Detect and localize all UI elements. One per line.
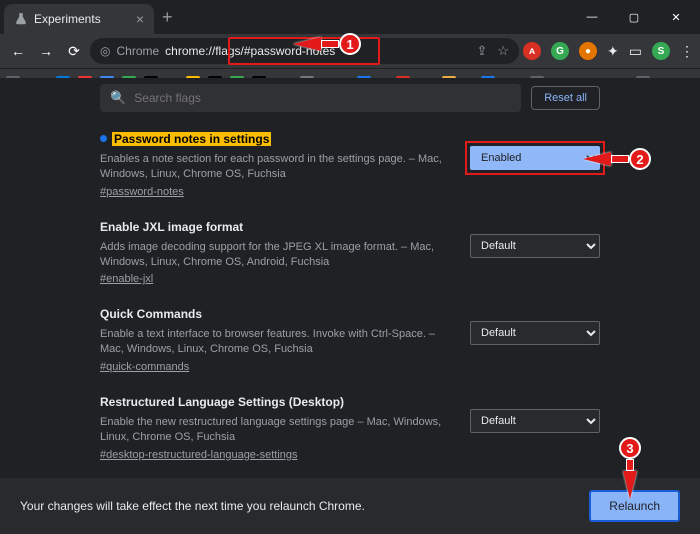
flag-description: Enable a text interface to browser featu… <box>100 327 450 357</box>
extensions-icon[interactable]: ✦ <box>607 43 619 60</box>
flag-select[interactable]: Default <box>470 409 600 433</box>
search-icon: 🔍 <box>110 90 126 106</box>
new-tab-button[interactable]: + <box>162 7 173 28</box>
back-button[interactable]: ← <box>6 39 30 63</box>
tab-title: Experiments <box>34 12 130 26</box>
browser-tab[interactable]: Experiments × <box>4 4 154 34</box>
flag-row: Restructured Language Settings (Desktop)… <box>100 393 600 463</box>
close-icon[interactable]: × <box>136 11 144 27</box>
annotation-1: 1 <box>293 33 361 55</box>
modified-indicator-icon <box>100 135 107 142</box>
ext-icon-1[interactable]: ᴀ <box>523 42 541 60</box>
flag-select[interactable]: Default <box>470 321 600 345</box>
flag-row: Quick Commands Enable a text interface t… <box>100 305 600 375</box>
flag-row: Password notes in settings Enables a not… <box>100 130 600 200</box>
forward-button[interactable]: → <box>34 39 58 63</box>
reload-button[interactable]: ⟳ <box>62 39 86 63</box>
flag-description: Adds image decoding support for the JPEG… <box>100 240 450 270</box>
search-input[interactable] <box>134 91 511 105</box>
bookmark-icon[interactable]: ☆ <box>497 43 509 59</box>
ext-icon-2[interactable]: G <box>551 42 569 60</box>
flag-select[interactable]: Default <box>470 234 600 258</box>
annotation-3: 3 <box>619 437 641 499</box>
settings-menu-icon[interactable]: ▭ <box>629 43 642 60</box>
flag-description: Enable the new restructured language set… <box>100 415 450 445</box>
annotation-2: 2 <box>583 148 651 170</box>
search-box[interactable]: 🔍 <box>100 84 521 112</box>
minimize-button[interactable]: — <box>572 3 612 31</box>
flask-icon <box>14 12 28 26</box>
relaunch-footer: Your changes will take effect the next t… <box>0 478 700 534</box>
flag-description: Enables a note section for each password… <box>100 152 450 182</box>
footer-text: Your changes will take effect the next t… <box>20 499 365 513</box>
kebab-menu-icon[interactable]: ⋮ <box>680 43 694 60</box>
flag-anchor-link[interactable]: #enable-jxl <box>100 273 153 285</box>
reset-all-button[interactable]: Reset all <box>531 86 600 110</box>
share-icon[interactable]: ⇪ <box>476 43 487 59</box>
close-window-button[interactable]: ✕ <box>656 3 696 31</box>
flag-anchor-link[interactable]: #password-notes <box>100 186 184 198</box>
flag-title: Enable JXL image format <box>100 220 243 234</box>
flag-anchor-link[interactable]: #desktop-restructured-language-settings <box>100 449 298 461</box>
flag-row: Enable JXL image format Adds image decod… <box>100 218 600 288</box>
flags-page: 🔍 Reset all Password notes in settings E… <box>0 78 700 534</box>
omnibox-prefix: Chrome <box>116 44 159 58</box>
flag-title: Quick Commands <box>100 307 202 321</box>
site-info-icon: ◎ <box>100 44 110 58</box>
flag-anchor-link[interactable]: #quick-commands <box>100 361 189 373</box>
flag-title: Restructured Language Settings (Desktop) <box>100 395 344 409</box>
window-controls: — ▢ ✕ <box>572 3 696 31</box>
window-titlebar: Experiments × + — ▢ ✕ <box>0 0 700 34</box>
ext-icon-3[interactable]: ● <box>579 42 597 60</box>
maximize-button[interactable]: ▢ <box>614 3 654 31</box>
flag-title: Password notes in settings <box>112 132 271 146</box>
profile-avatar[interactable]: S <box>652 42 670 60</box>
extension-icons: ᴀ G ● ✦ ▭ S ⋮ <box>523 42 694 60</box>
